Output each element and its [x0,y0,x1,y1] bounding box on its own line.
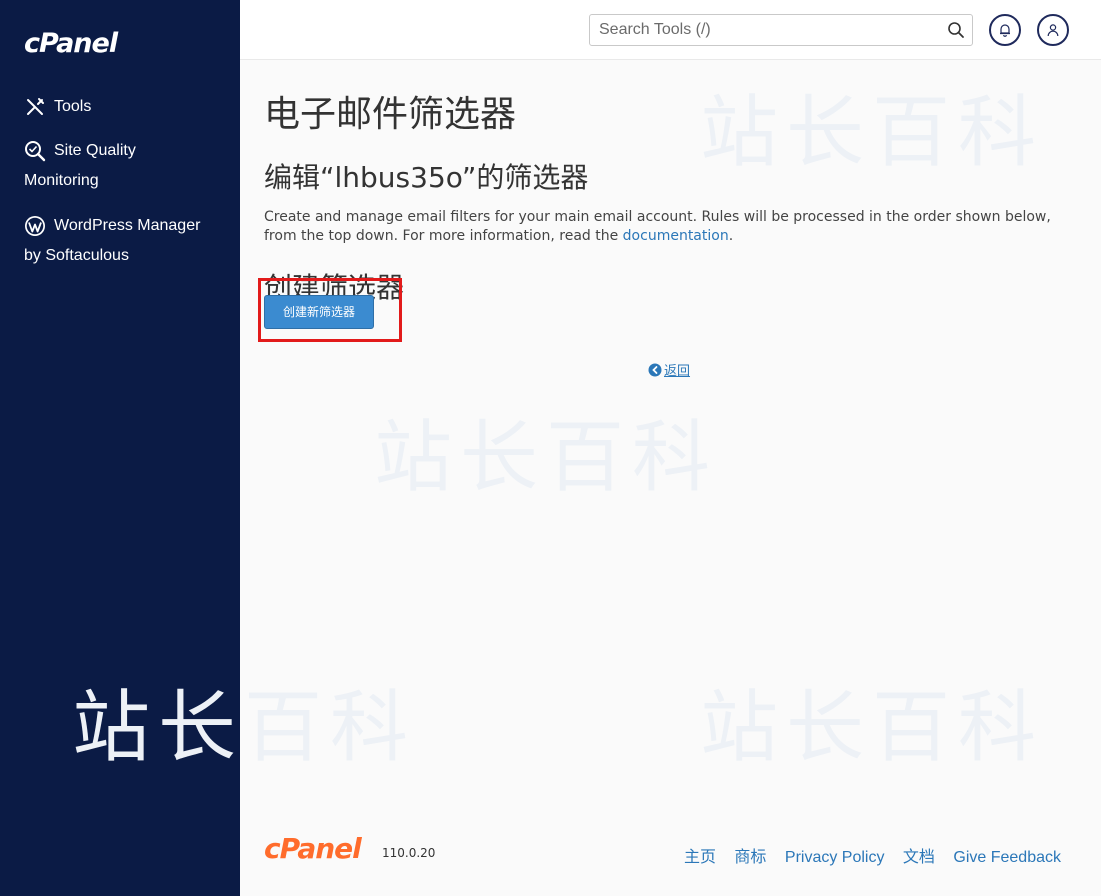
footer-link-privacy[interactable]: Privacy Policy [785,849,885,866]
sidebar-item-label: WordPress Manager [54,216,201,234]
main-content: 电子邮件筛选器 编辑“lhbus35o”的筛选器 Create and mana… [264,60,1084,329]
page-title: 电子邮件筛选器 [264,94,517,135]
watermark: 站长百科 [700,683,1045,773]
documentation-link[interactable]: documentation [623,228,729,244]
highlight-box [258,278,402,342]
sidebar-item-tools[interactable]: Tools [0,92,240,122]
sidebar-item-label-2: by Softaculous [24,246,129,264]
back-link[interactable]: 返回 [648,360,690,379]
back-link-label: 返回 [664,364,691,379]
version-number: 110.0.20 [382,846,436,860]
watermark: 站长百科 [374,413,719,503]
cpanel-logo[interactable]: cPanel [24,28,118,59]
sidebar-item-wordpress[interactable]: WordPress Manager by Softaculous [0,211,240,271]
sidebar-item-label-2: Monitoring [24,172,99,190]
notifications-button[interactable] [989,14,1021,46]
user-icon [1047,24,1059,37]
description: Create and manage email filters for your… [264,208,1080,246]
site-quality-icon [24,140,46,162]
search-box [589,14,973,46]
footer-links: 主页 商标 Privacy Policy 文档 Give Feedback [670,843,1061,867]
description-end: . [728,228,734,244]
top-bar [240,0,1101,60]
sidebar-item-site-quality[interactable]: Site Quality Monitoring [0,136,240,196]
sidebar-item-label: Tools [54,98,92,115]
footer-link-docs[interactable]: 文档 [903,849,935,866]
footer-link-trademarks[interactable]: 商标 [734,849,766,866]
sidebar-nav: Tools Site Quality Monitoring WordPress … [0,92,240,285]
sub-title: 编辑“lhbus35o”的筛选器 [264,161,589,194]
back-arrow-icon [648,363,662,377]
footer-link-home[interactable]: 主页 [684,849,716,866]
sidebar-item-label: Site Quality [54,142,136,160]
search-icon[interactable] [947,21,965,39]
wordpress-icon [24,215,46,237]
bell-icon [1000,24,1010,37]
search-input[interactable] [590,15,930,45]
footer-cpanel-logo[interactable]: cPanel [264,832,362,865]
sidebar: cPanel Tools Site Quality Monitoring Wor… [0,0,240,896]
user-menu-button[interactable] [1037,14,1069,46]
tools-icon [24,96,46,118]
footer-link-feedback[interactable]: Give Feedback [953,849,1061,866]
